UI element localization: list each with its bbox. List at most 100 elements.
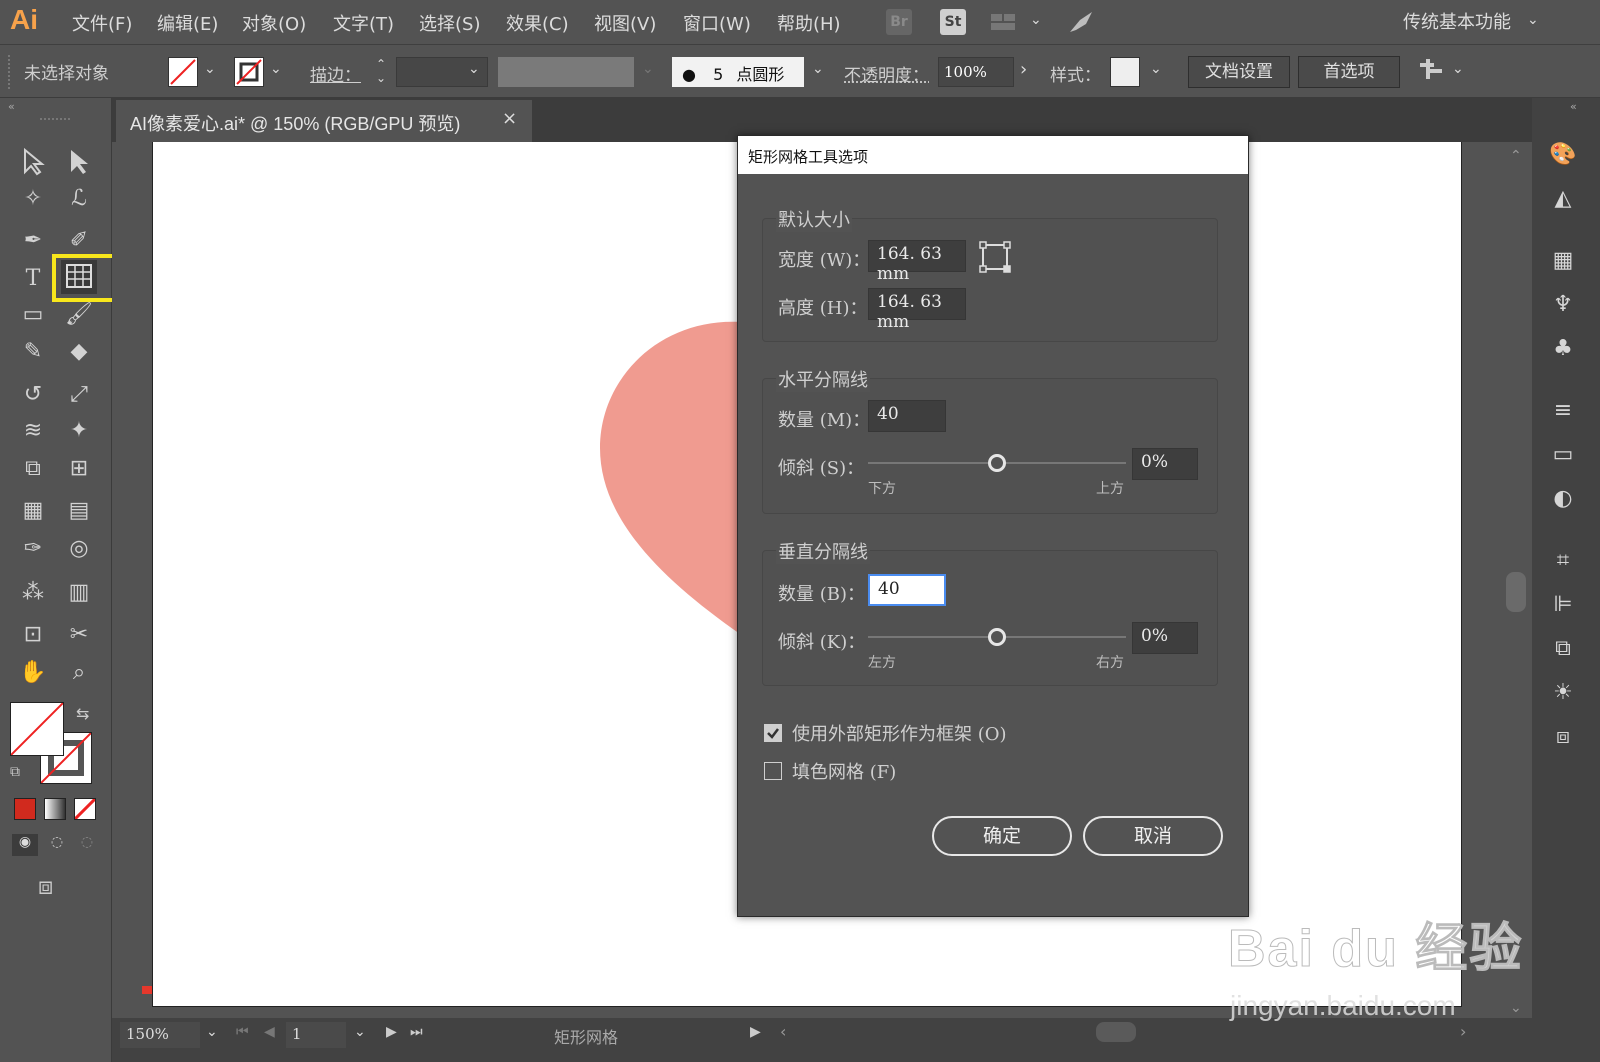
horizontal-scroll-thumb[interactable] [1096,1022,1136,1042]
eyedropper-tool-icon[interactable]: ✑ [15,532,51,566]
default-fill-stroke-icon[interactable]: ⧉ [10,764,20,780]
use-outer-rect-checkbox[interactable] [764,724,782,742]
blend-tool-icon[interactable]: ◎ [61,532,97,566]
menu-help[interactable]: 帮助(H) [777,10,841,36]
variable-width-profile[interactable] [498,57,634,87]
paintbrush-tool-icon[interactable]: 🖌 [61,298,97,332]
layers-icon[interactable]: ⧈ [1545,720,1581,754]
selection-tool-icon[interactable] [15,144,51,178]
symbol-sprayer-tool-icon[interactable]: ⁂ [15,576,51,610]
slice-tool-icon[interactable]: ✂ [61,618,97,652]
menu-window[interactable]: 窗口(W) [683,10,751,36]
toolbar-grip[interactable] [40,118,70,121]
color-guide-icon[interactable]: ◭ [1545,182,1581,216]
vertical-count-input[interactable]: 40 [868,574,946,606]
gradient-mode-icon[interactable] [44,798,66,820]
rotate-tool-icon[interactable]: ↺ [15,378,51,412]
direct-selection-tool-icon[interactable] [61,144,97,178]
cancel-button[interactable]: 取消 [1083,816,1223,856]
horizontal-count-input[interactable]: 40 [868,400,946,432]
fill-color-box[interactable] [10,702,64,756]
artboard-tool-icon[interactable]: ⊡ [15,618,51,652]
brushes-icon[interactable]: ♆ [1545,288,1581,322]
style-swatch[interactable] [1110,57,1140,87]
vertical-skew-knob[interactable] [988,628,1006,646]
color-panel-icon[interactable]: 🎨 [1545,138,1581,172]
stroke-swatch[interactable] [234,57,264,87]
swap-fill-stroke-icon[interactable]: ⇆ [76,704,89,723]
menu-type[interactable]: 文字(T) [333,10,394,36]
pathfinder-icon[interactable]: ⧉ [1545,632,1581,666]
bridge-icon[interactable]: Br [886,9,912,35]
swatches-icon[interactable]: ▦ [1545,244,1581,278]
transparency-icon[interactable]: ◐ [1545,482,1581,516]
horizontal-skew-knob[interactable] [988,454,1006,472]
last-artboard-icon[interactable]: ⏭ [410,1024,423,1040]
close-tab-icon[interactable]: × [502,108,517,129]
pen-tool-icon[interactable]: ✒ [15,224,51,258]
screen-mode-icon[interactable]: ⧈ [38,872,53,900]
arrange-panel-icon[interactable] [1418,57,1444,83]
brush-definition[interactable]: ● 5 点圆形 [672,57,804,87]
mesh-tool-icon[interactable]: ▦ [15,494,51,528]
opacity-label[interactable]: 不透明度： [844,61,929,86]
gradient-panel-icon[interactable]: ▭ [1545,438,1581,472]
opacity-arrow-icon[interactable]: › [1020,59,1027,80]
width-input[interactable]: 164. 63 mm [868,240,966,284]
first-artboard-icon[interactable]: ⏮ [236,1024,249,1040]
draw-behind-icon[interactable]: ◌ [44,834,70,856]
color-mode-icon[interactable] [14,798,36,820]
fill-dropdown-icon[interactable]: ⌄ [204,61,216,77]
puppet-warp-tool-icon[interactable]: ✦ [61,414,97,448]
menu-file[interactable]: 文件(F) [72,10,132,36]
stroke-dropdown-icon[interactable]: ⌄ [270,61,282,77]
workspace-chevron-icon[interactable]: ⌄ [1527,12,1539,28]
column-graph-tool-icon[interactable]: ▥ [61,576,97,610]
vertical-scroll-thumb[interactable] [1506,572,1526,612]
gradient-tool-icon[interactable]: ▤ [61,494,97,528]
collapse-dock-icon[interactable]: « [1570,100,1577,113]
menu-view[interactable]: 视图(V) [594,10,656,36]
rectangular-grid-tool-icon[interactable] [61,260,97,294]
fill-grid-checkbox[interactable] [764,762,782,780]
artboard-chevron-icon[interactable]: ⌄ [354,1024,366,1040]
scale-tool-icon[interactable]: ⤢ [61,378,97,412]
collapse-toolbar-icon[interactable]: « [8,100,15,113]
style-chevron-icon[interactable]: ⌄ [1150,61,1162,77]
type-tool-icon[interactable]: T [15,262,51,296]
lasso-tool-icon[interactable]: ℒ [61,182,97,216]
vertical-skew-input[interactable]: 0% [1132,622,1198,654]
fill-grid-label[interactable]: 填色网格 (F) [792,758,896,784]
menu-select[interactable]: 选择(S) [419,10,480,36]
zoom-tool-icon[interactable]: ⌕ [61,656,97,690]
magic-wand-tool-icon[interactable]: ✧ [15,182,51,216]
previous-artboard-icon[interactable]: ◀ [264,1024,275,1040]
brush-chevron-icon[interactable]: ⌄ [812,61,824,77]
next-artboard-icon[interactable]: ▶ [386,1024,397,1040]
reference-point-icon[interactable] [978,240,1012,274]
fill-swatch[interactable] [168,57,198,87]
stroke-panel-icon[interactable]: ≡ [1545,394,1581,428]
shape-builder-tool-icon[interactable]: ⧉ [15,452,51,486]
shaper-tool-icon[interactable]: ✎ [15,335,51,369]
scroll-right-icon[interactable]: › [1460,1022,1466,1041]
width-tool-icon[interactable]: ≋ [15,414,51,448]
draw-normal-icon[interactable]: ◉ [12,834,38,856]
menu-edit[interactable]: 编辑(E) [157,10,218,36]
panel-options-chevron-icon[interactable]: ⌄ [1452,61,1464,77]
status-menu-icon[interactable]: ▶ [750,1024,761,1040]
transform-icon[interactable]: ⌗ [1545,544,1581,578]
height-input[interactable]: 164. 63 mm [868,288,966,332]
preferences-button[interactable]: 首选项 [1298,56,1400,88]
zoom-input[interactable]: 150% [120,1022,200,1048]
draw-inside-icon[interactable]: ◌ [74,834,100,856]
arrange-documents-icon[interactable] [990,12,1018,32]
scroll-up-icon[interactable]: ⌃ [1510,148,1522,164]
gpu-performance-icon[interactable] [1066,8,1096,36]
menu-object[interactable]: 对象(O) [242,10,306,36]
document-tab[interactable]: AI像素爱心.ai* @ 150% (RGB/GPU 预览) [116,100,532,142]
curvature-tool-icon[interactable]: ✐ [61,224,97,258]
hand-tool-icon[interactable]: ✋ [15,656,51,690]
rectangle-tool-icon[interactable]: ▭ [15,298,51,332]
perspective-grid-tool-icon[interactable]: ⊞ [61,452,97,486]
